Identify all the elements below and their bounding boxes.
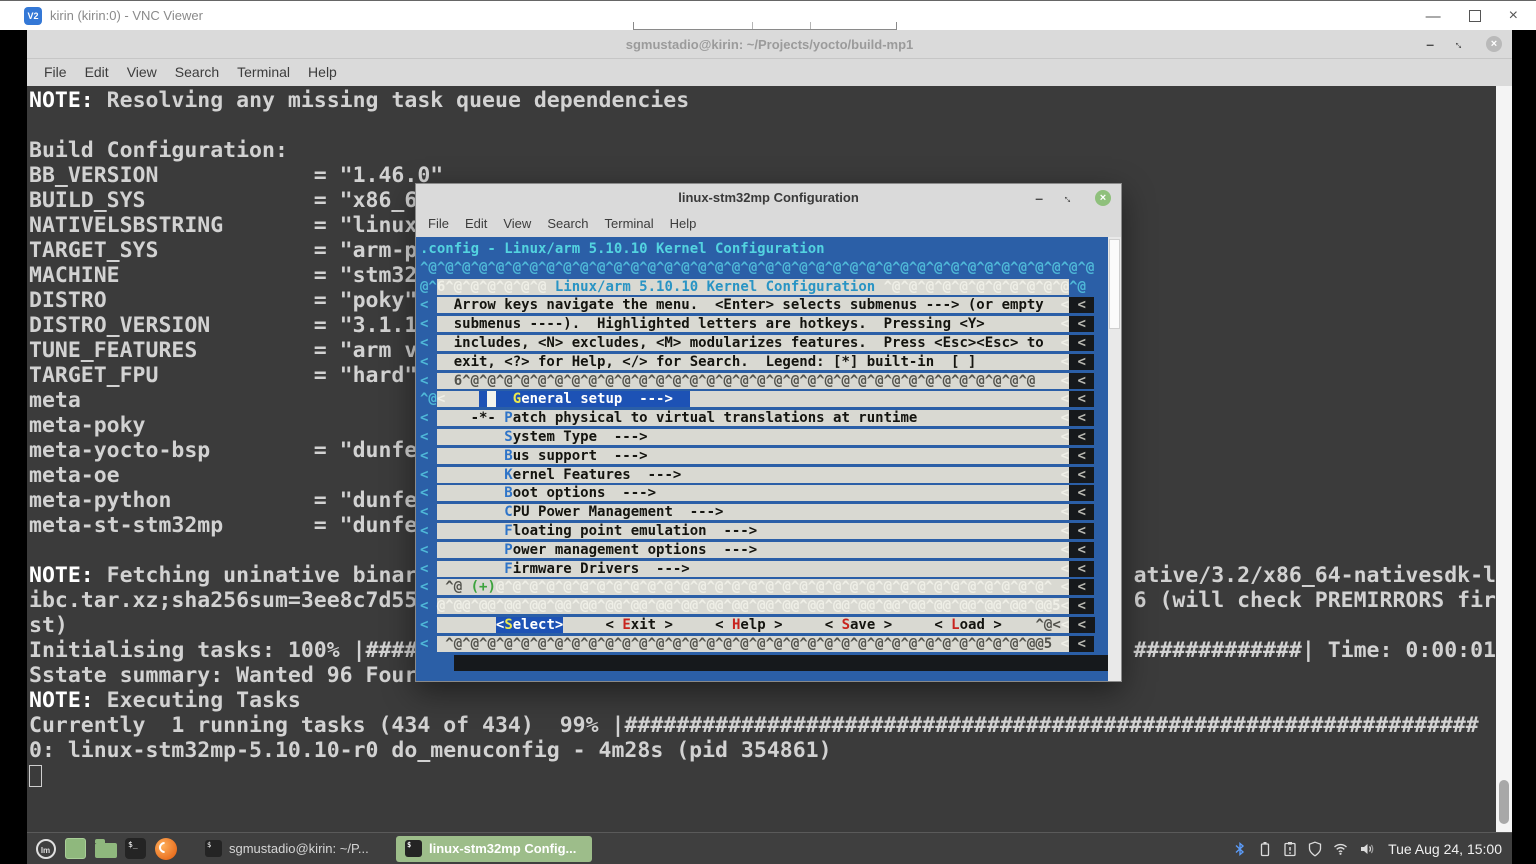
mc-dialog-shadow [420,654,1108,673]
vnc-window-title: kirin (kirin:0) - VNC Viewer [50,1,203,31]
system-tray: Tue Aug 24, 15:00 [1232,841,1512,857]
menuconfig-window-title: linux-stm32mp Configuration [416,184,1121,211]
menuconfig-maximize-button[interactable]: ↔ [1060,188,1078,206]
terminal-menu-search[interactable]: Search [166,59,228,86]
mc-item-cpu-power-management[interactable]: < CPU Power Management ---> < < [420,503,1108,522]
menuconfig-scrollbar[interactable] [1108,237,1121,681]
terminal-menu-edit[interactable]: Edit [76,59,118,86]
firefox-launcher[interactable] [154,837,177,860]
terminal-line: Build Configuration: [29,138,1496,163]
terminal-menu-file[interactable]: File [35,59,76,86]
mc-inner-border: < 6^@^@^@^@^@^@^@^@^@^@^@^@^@^@^@^@^@^@^… [420,372,1108,391]
firefox-icon [155,838,177,860]
taskbar-task-terminal[interactable]: $ sgmustadio@kirin: ~/P... [196,836,392,862]
task-label: sgmustadio@kirin: ~/P... [229,841,369,856]
mc-header-line: .config - Linux/arm 5.10.10 Kernel Confi… [420,240,1108,259]
files-launcher[interactable] [94,837,117,860]
mc-bottom-border: < ^@^@^@^@^@^@^@^@^@^@^@^@^@^@^@^@^@^@^@… [420,635,1108,654]
mc-item-kernel-features[interactable]: < Kernel Features ---> < < [420,466,1108,485]
show-desktop-button[interactable] [64,837,87,860]
volume-icon[interactable] [1358,841,1375,857]
task-label: linux-stm32mp Config... [429,841,576,856]
mc-help-line: < submenus ----). Highlighted letters ar… [420,315,1108,334]
terminal-icon: $ [405,840,422,857]
mc-help-line: < includes, <N> excludes, <M> modularize… [420,334,1108,353]
mc-help-line: < exit, <?> for Help, </> for Search. Le… [420,353,1108,372]
terminal-minimize-button[interactable]: – [1426,39,1434,49]
taskbar-task-menuconfig[interactable]: $ linux-stm32mp Config... [396,836,592,862]
mc-help-line: < Arrow keys navigate the menu. <Enter> … [420,296,1108,315]
terminal-menu-help[interactable]: Help [299,59,346,86]
terminal-line: 0: linux-stm32mp-5.10.10-r0 do_menuconfi… [29,738,1496,763]
mc-border-line: ^@^@^@^@^@^@^@^@^@^@^@^@^@^@^@^@^@^@^@^@… [420,259,1108,278]
desktop-icon [65,838,86,859]
mc-item-power-management-options[interactable]: < Power management options ---> < < [420,541,1108,560]
bluetooth-icon[interactable] [1232,841,1248,857]
menuconfig-close-button[interactable]: × [1095,190,1111,206]
menuconfig-menu-file[interactable]: File [420,211,457,237]
mc-action-buttons[interactable]: < <Select> < Exit > < Help > < Save > < … [420,616,1108,635]
vnc-minimize-button[interactable]: — [1426,8,1441,25]
mc-item-system-type[interactable]: < System Type ---> < < [420,428,1108,447]
battery-icon[interactable] [1257,841,1273,857]
shield-icon[interactable] [1307,841,1323,857]
terminal-menu-terminal[interactable]: Terminal [228,59,299,86]
terminal-line [29,763,1496,788]
menuconfig-menu-terminal[interactable]: Terminal [597,211,662,237]
mc-item-floating-point-emulation[interactable]: < Floating point emulation ---> < < [420,522,1108,541]
vnc-logo-icon: V2 [24,7,42,25]
wifi-icon[interactable] [1332,841,1349,857]
terminal-menu-view[interactable]: View [118,59,166,86]
mc-item-firmware-drivers[interactable]: < Firmware Drivers ---> < < [420,560,1108,579]
taskbar: lm $_ $ sgmustadio@kirin: ~/P... $ linux-st… [27,832,1512,864]
terminal-titlebar[interactable]: sgmustadio@kirin: ~/Projects/yocto/build… [27,30,1512,59]
mc-item-boot-options[interactable]: < Boot options ---> < < [420,484,1108,503]
menuconfig-minimize-button[interactable]: – [1035,193,1043,203]
menuconfig-titlebar[interactable]: linux-stm32mp Configuration – ↔ × [416,184,1121,211]
menuconfig-scrollbar-thumb[interactable] [1109,239,1120,329]
mc-dialog-title-line: @^6^@^@^@^@^@^@ Linux/arm 5.10.10 Kernel… [420,278,1108,297]
vnc-maximize-button[interactable] [1469,10,1481,22]
vnc-toolbar-tab[interactable] [633,22,897,30]
terminal-line [29,113,1496,138]
mc-item-patch-physical[interactable]: < -*- Patch physical to virtual translat… [420,409,1108,428]
terminal-line: NOTE: Executing Tasks [29,688,1496,713]
mc-separator: < @^@@^@@^@@^@@^@@^@@^@@^@@^@@^@@^@@^@@^… [420,597,1108,616]
mint-menu-button[interactable]: lm [34,837,57,860]
menuconfig-menu-help[interactable]: Help [662,211,705,237]
terminal-maximize-button[interactable]: ↔ [1451,35,1469,53]
menuconfig-menu-search[interactable]: Search [539,211,596,237]
vnc-viewer-window: V2 kirin (kirin:0) - VNC Viewer — × sgmu… [0,0,1536,864]
terminal-line: Currently 1 running tasks (434 of 434) 9… [29,713,1496,738]
vnc-close-button[interactable]: × [1509,7,1518,25]
terminal-scrollbar-thumb[interactable] [1499,780,1509,824]
mint-logo-icon: lm [36,839,56,859]
vnc-titlebar: V2 kirin (kirin:0) - VNC Viewer — × [0,0,1536,30]
terminal-close-button[interactable]: × [1486,36,1502,52]
terminal-launcher[interactable]: $_ [124,837,147,860]
menuconfig-window: linux-stm32mp Configuration – ↔ × FileEd… [415,183,1122,682]
update-manager-icon[interactable] [1282,841,1298,857]
mc-item-general-setup[interactable]: ^@< General setup ---> < < [420,390,1108,409]
folder-icon [95,843,117,858]
terminal-cursor [29,765,42,787]
terminal-line: NOTE: Resolving any missing task queue d… [29,88,1496,113]
clock[interactable]: Tue Aug 24, 15:00 [1388,841,1502,857]
menuconfig-screen: .config - Linux/arm 5.10.10 Kernel Confi… [416,237,1108,681]
terminal-scrollbar[interactable] [1496,86,1512,832]
terminal-icon: $_ [125,838,146,859]
menuconfig-menu-view[interactable]: View [495,211,539,237]
menuconfig-menu-edit[interactable]: Edit [457,211,495,237]
mc-item-bus-support[interactable]: < Bus support ---> < < [420,447,1108,466]
terminal-window-title: sgmustadio@kirin: ~/Projects/yocto/build… [27,30,1512,59]
terminal-menubar: FileEditViewSearchTerminalHelp [27,59,1512,86]
terminal-icon: $ [205,840,222,857]
menuconfig-menubar: FileEditViewSearchTerminalHelp [416,211,1121,237]
mc-more-indicator: < ^@ (+)@^@^@^@^@^@^@^@^@^@^@^@^@^@^@^@^… [420,578,1108,597]
